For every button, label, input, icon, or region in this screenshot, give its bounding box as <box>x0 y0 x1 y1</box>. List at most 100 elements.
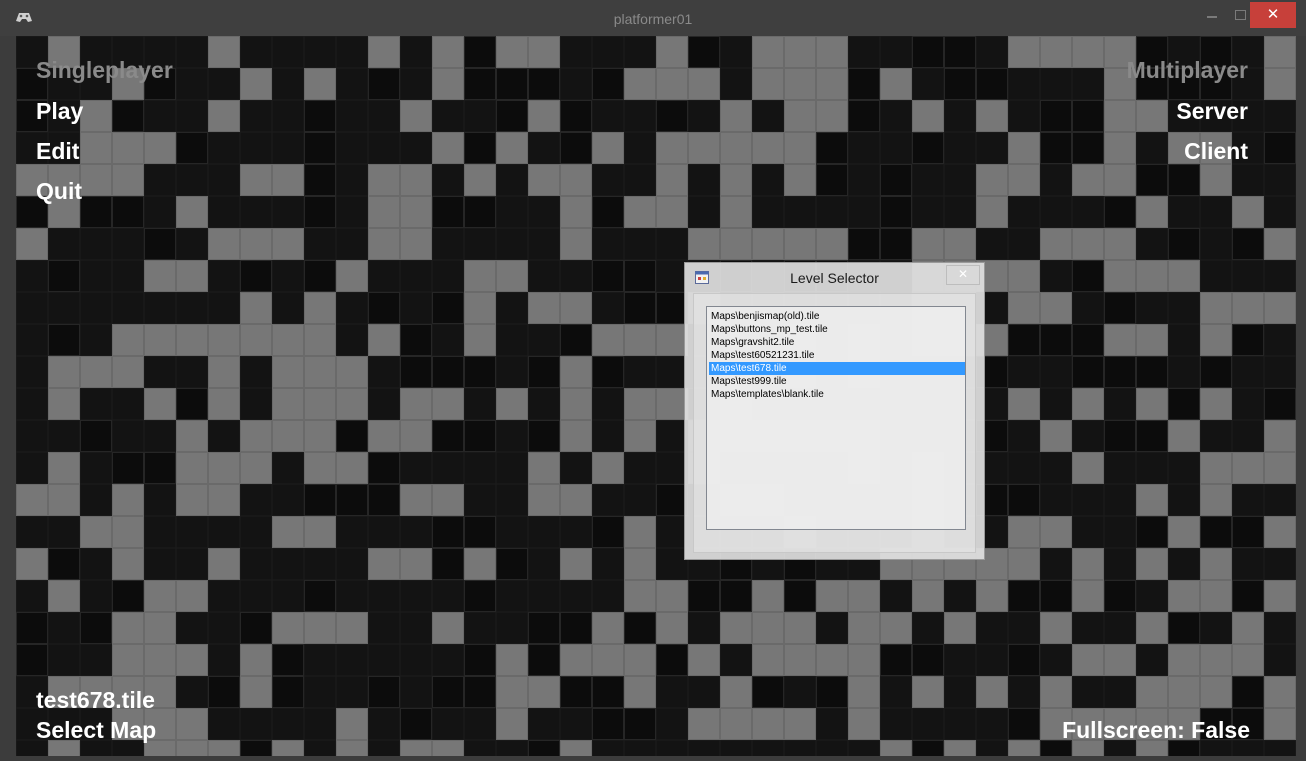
tile <box>1136 516 1168 548</box>
map-list-item[interactable]: Maps\test999.tile <box>709 375 965 388</box>
tile <box>176 132 208 164</box>
tile <box>1168 388 1200 420</box>
tile <box>1104 100 1136 132</box>
tile <box>112 196 144 228</box>
tile <box>688 228 720 260</box>
map-list-item[interactable]: Maps\test60521231.tile <box>709 349 965 362</box>
tile <box>1104 164 1136 196</box>
tile <box>1008 740 1040 756</box>
edit-button[interactable]: Edit <box>36 138 79 165</box>
tile <box>240 644 272 676</box>
quit-button[interactable]: Quit <box>36 178 82 205</box>
tile <box>304 452 336 484</box>
tile <box>272 420 304 452</box>
tile <box>1136 612 1168 644</box>
map-list-item[interactable]: Maps\benjismap(old).tile <box>709 310 965 323</box>
tile <box>272 516 304 548</box>
tile <box>656 36 688 68</box>
tile <box>208 228 240 260</box>
tile <box>560 100 592 132</box>
tile <box>368 196 400 228</box>
tile <box>784 228 816 260</box>
map-list-item[interactable]: Maps\test678.tile <box>709 362 965 375</box>
tile <box>880 740 912 756</box>
tile <box>1072 548 1104 580</box>
tile <box>112 100 144 132</box>
tile <box>1008 708 1040 740</box>
tile <box>560 388 592 420</box>
tile <box>1200 324 1232 356</box>
tile <box>912 580 944 612</box>
dialog-close-button[interactable]: ✕ <box>946 265 980 285</box>
tile <box>1264 388 1296 420</box>
tile <box>560 548 592 580</box>
tile <box>1136 100 1168 132</box>
game-canvas[interactable]: Singleplayer Play Edit Quit Multiplayer … <box>16 36 1296 756</box>
tile <box>1264 452 1296 484</box>
tile <box>752 36 784 68</box>
tile <box>368 420 400 452</box>
tile <box>400 484 432 516</box>
tile <box>720 580 752 612</box>
tile <box>560 356 592 388</box>
tile <box>944 740 976 756</box>
tile <box>208 36 240 68</box>
tile <box>816 132 848 164</box>
tile <box>560 612 592 644</box>
title-bar[interactable]: platformer01 ✕ <box>0 0 1306 36</box>
tile <box>1232 644 1264 676</box>
tile <box>1008 164 1040 196</box>
minimize-button[interactable] <box>1198 2 1226 28</box>
close-button[interactable]: ✕ <box>1250 2 1296 28</box>
map-list-item[interactable]: Maps\gravshit2.tile <box>709 336 965 349</box>
tile <box>912 644 944 676</box>
map-list-item[interactable]: Maps\templates\blank.tile <box>709 388 965 401</box>
tile <box>1200 548 1232 580</box>
tile <box>912 132 944 164</box>
tile <box>592 708 624 740</box>
tile <box>624 324 656 356</box>
tile <box>848 100 880 132</box>
tile <box>528 676 560 708</box>
select-map-button[interactable]: Select Map <box>36 717 156 744</box>
server-button[interactable]: Server <box>1176 98 1248 125</box>
map-list-item[interactable]: Maps\buttons_mp_test.tile <box>709 323 965 336</box>
tile <box>464 676 496 708</box>
tile <box>464 36 496 68</box>
window-title: platformer01 <box>613 11 693 27</box>
tile <box>240 164 272 196</box>
tile <box>848 580 880 612</box>
tile <box>880 196 912 228</box>
tile <box>16 644 48 676</box>
tile <box>208 548 240 580</box>
tile <box>432 36 464 68</box>
tile <box>784 708 816 740</box>
tile <box>176 324 208 356</box>
tile <box>1136 356 1168 388</box>
tile <box>528 612 560 644</box>
maximize-icon <box>1235 10 1246 20</box>
game-window: platformer01 ✕ Singleplayer Play Edit Qu… <box>0 0 1306 761</box>
tile <box>432 516 464 548</box>
tile <box>304 356 336 388</box>
tile <box>144 452 176 484</box>
tile <box>720 228 752 260</box>
tile <box>720 612 752 644</box>
tile <box>304 164 336 196</box>
tile <box>176 580 208 612</box>
tile <box>144 228 176 260</box>
fullscreen-toggle[interactable]: Fullscreen: False <box>1062 717 1250 744</box>
tile <box>496 260 528 292</box>
tile <box>560 420 592 452</box>
client-button[interactable]: Client <box>1184 138 1248 165</box>
tile <box>464 132 496 164</box>
tile <box>720 196 752 228</box>
tile <box>1040 580 1072 612</box>
tile <box>400 228 432 260</box>
tile <box>592 612 624 644</box>
play-button[interactable]: Play <box>36 98 83 125</box>
tile <box>112 548 144 580</box>
tile <box>1168 228 1200 260</box>
map-list[interactable]: Maps\benjismap(old).tile Maps\buttons_mp_… <box>706 306 966 530</box>
tile <box>80 100 112 132</box>
